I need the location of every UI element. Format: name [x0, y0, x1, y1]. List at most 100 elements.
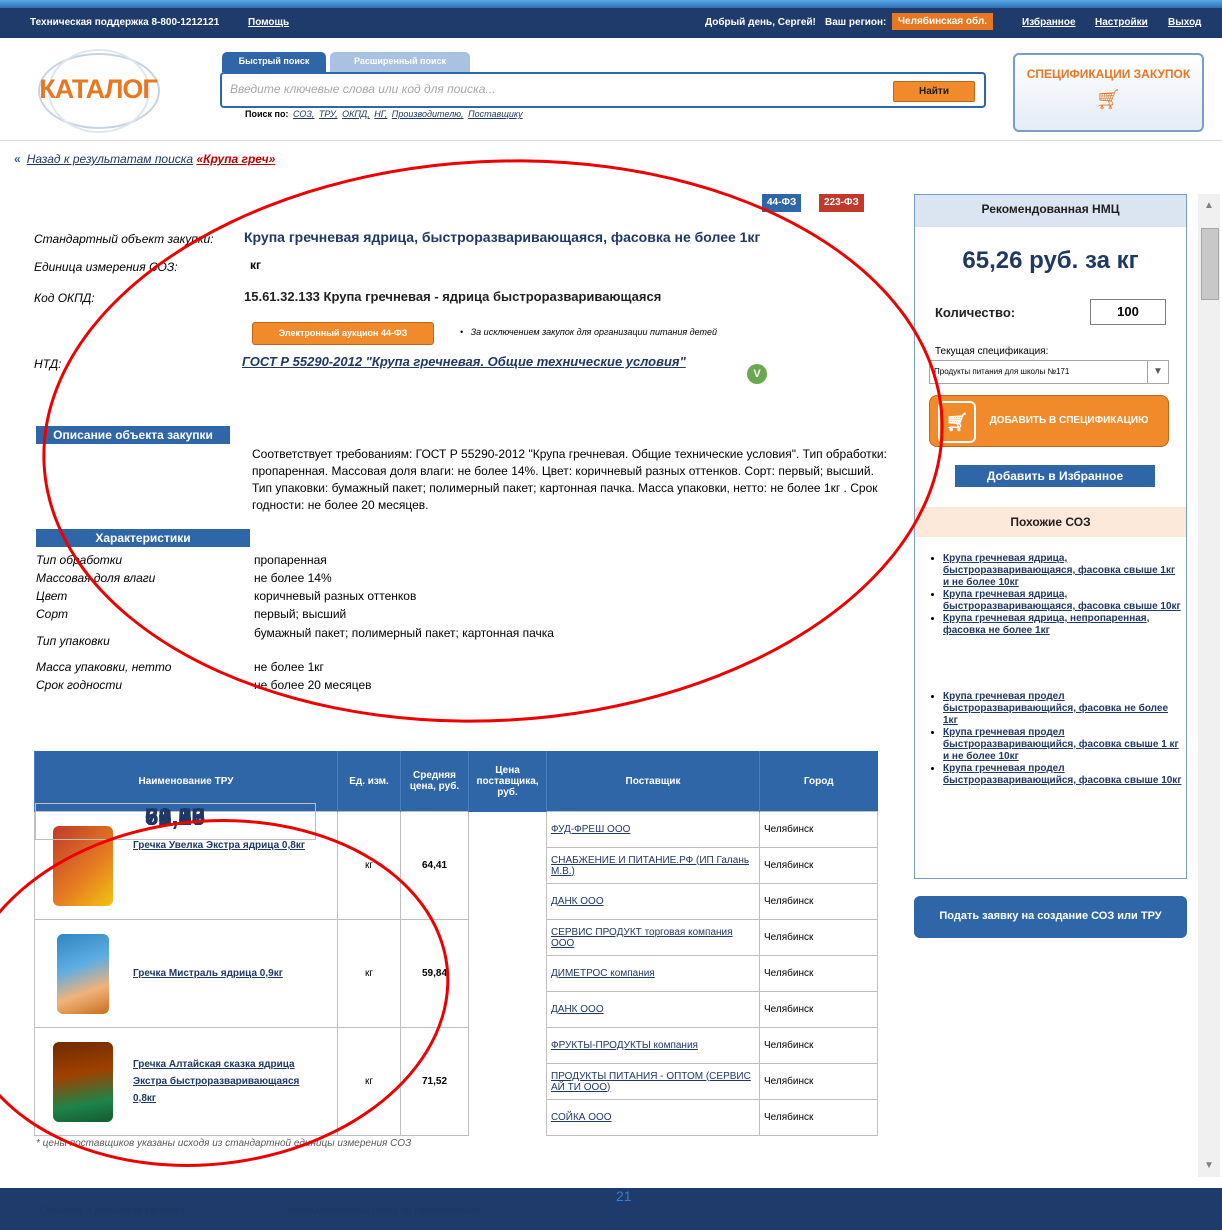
vertical-scrollbar[interactable]: ▲ ▼: [1198, 194, 1220, 1177]
supplier-link[interactable]: ДИМЕТРОС компания: [551, 968, 655, 979]
supplier-cell: СНАБЖЕНИЕ И ПИТАНИЕ.РФ (ИП Галань М.В.): [546, 847, 760, 884]
supplier-link[interactable]: СНАБЖЕНИЕ И ПИТАНИЕ.РФ (ИП Галань М.В.): [551, 855, 749, 877]
logout-link[interactable]: Выход: [1168, 17, 1201, 28]
scroll-down-icon[interactable]: ▼: [1198, 1160, 1220, 1171]
col-unit[interactable]: Ед. изм.: [337, 751, 401, 812]
ntd-label: НТД:: [34, 357, 62, 371]
logo-text: КАТАЛОГ: [39, 74, 158, 104]
char-label: Тип упаковки: [36, 634, 110, 648]
badge-223fz: 223-ФЗ: [819, 194, 864, 212]
page-number: 21: [616, 1188, 632, 1204]
similar-link[interactable]: Крупа гречневая продел быстроразваривающ…: [943, 727, 1179, 762]
back-query[interactable]: «Крупа греч»: [196, 152, 275, 166]
supplier-link[interactable]: ПРОДУКТЫ ПИТАНИЯ - ОПТОМ (СЕРВИС АЙ ТИ О…: [551, 1071, 751, 1093]
similar-link[interactable]: Крупа гречневая продел быстроразваривающ…: [943, 763, 1181, 786]
verified-icon: V: [747, 364, 767, 384]
nmc-panel: Рекомендованная НМЦ 65,26 руб. за кг Кол…: [914, 194, 1187, 879]
scroll-up-icon[interactable]: ▲: [1198, 200, 1220, 211]
chevron-down-icon[interactable]: ▼: [1147, 361, 1168, 383]
auction-note: • За исключением закупок для организации…: [460, 327, 718, 337]
col-avg-price[interactable]: Средняя цена, руб.: [400, 751, 469, 812]
col-supplier[interactable]: Поставщик: [546, 751, 760, 812]
product-name-link[interactable]: Гречка Увелка Экстра ядрица 0,8кг: [133, 840, 305, 851]
list-item: Крупа гречневая продел быстроразваривающ…: [943, 691, 1183, 727]
search-by-ng[interactable]: НГ,: [374, 109, 387, 119]
supplier-link[interactable]: СОЙКА ООО: [551, 1112, 612, 1123]
char-value: бумажный пакет; полимерный пакет; картон…: [254, 626, 554, 640]
spec-purchases-button[interactable]: СПЕЦИФИКАЦИИ ЗАКУПОК 🛒︎: [1013, 53, 1204, 132]
supplier-cell: ПРОДУКТЫ ПИТАНИЯ - ОПТОМ (СЕРВИС АЙ ТИ О…: [546, 1063, 760, 1100]
add-to-favorites-button[interactable]: Добавить в Избранное: [955, 465, 1155, 487]
region-selector[interactable]: Челябинская обл.: [892, 13, 994, 30]
supplier-link[interactable]: ФУД-ФРЕШ ООО: [551, 824, 630, 835]
search-by-supplier[interactable]: Поставщику: [468, 109, 523, 119]
tab-advanced-search[interactable]: Расширенный поиск: [330, 52, 470, 72]
quantity-input[interactable]: 100: [1090, 299, 1166, 325]
city-cell: Челябинск: [759, 1099, 878, 1136]
char-value: первый; высший: [254, 607, 347, 621]
search-by-tru[interactable]: ТРУ,: [319, 109, 338, 119]
search-by-okpd[interactable]: ОКПД,: [342, 109, 370, 119]
holder-info-link[interactable]: Сведения о держателе Каталога: [40, 1205, 184, 1215]
unit-cell: кг: [337, 811, 401, 920]
similar-link[interactable]: Крупа гречневая ядрица, непропаренная, ф…: [943, 613, 1149, 636]
supplier-cell: ФУД-ФРЕШ ООО: [546, 811, 760, 848]
find-button[interactable]: Найти: [893, 81, 975, 102]
unit-value: кг: [250, 258, 262, 272]
double-chevron-left-icon: «: [14, 152, 21, 166]
footer: Сведения о держателе Каталога Аккредитов…: [0, 1188, 1222, 1230]
nmc-price: 65,26 руб. за кг: [962, 247, 1139, 274]
okpd-value: 15.61.32.133 Крупа гречневая - ядрица бы…: [244, 289, 662, 304]
product-name-link[interactable]: Гречка Мистраль ядрица 0,9кг: [133, 968, 283, 979]
avg-price-cell: 71,52: [400, 1027, 469, 1136]
header-divider: [0, 140, 1222, 141]
spec-purchases-label: СПЕЦИФИКАЦИИ ЗАКУПОК: [1026, 67, 1191, 81]
region-label: Ваш регион:: [825, 17, 887, 28]
city-cell: Челябинск: [759, 1027, 878, 1064]
current-spec-select[interactable]: Продукты питания для школы №171 ▼: [929, 360, 1169, 384]
current-spec-value: Продукты питания для школы №171: [934, 367, 1070, 376]
col-supplier-price[interactable]: Цена поставщика, руб.: [468, 751, 547, 812]
cart-icon: 🛒︎: [938, 401, 976, 443]
request-soz-button[interactable]: Подать заявку на создание СОЗ или ТРУ: [914, 896, 1187, 938]
favorites-link[interactable]: Избранное: [1022, 17, 1076, 28]
auction-note-text: За исключением закупок для организации п…: [470, 327, 718, 337]
catalog-logo[interactable]: КАТАЛОГ: [32, 49, 164, 133]
ntd-link[interactable]: ГОСТ Р 55290-2012 "Крупа гречневая. Общи…: [242, 354, 686, 369]
tru-table: Наименование ТРУ Ед. изм. Средняя цена, …: [34, 751, 878, 1136]
add-to-spec-button[interactable]: 🛒︎ ДОБАВИТЬ В СПЕЦИФИКАЦИЮ: [929, 395, 1169, 447]
char-label: Массовая доля влаги: [36, 571, 156, 585]
city-cell: Челябинск: [759, 1063, 878, 1100]
col-city[interactable]: Город: [759, 751, 878, 812]
back-link-text[interactable]: Назад к результатам поиска: [27, 152, 193, 166]
supplier-link[interactable]: ФРУКТЫ-ПРОДУКТЫ компания: [551, 1040, 698, 1051]
supplier-cell: СЕРВИС ПРОДУКТ торговая компания ООО: [546, 919, 760, 956]
top-accent-line: [0, 0, 1222, 8]
supplier-link[interactable]: ДАНК ООО: [551, 1004, 604, 1015]
list-item: Крупа гречневая ядрица, непропаренная, ф…: [943, 613, 1183, 637]
similar-link[interactable]: Крупа гречневая ядрица, быстроразвариваю…: [943, 553, 1175, 588]
search-by-soz[interactable]: СОЗ,: [293, 109, 314, 119]
char-label: Срок годности: [36, 678, 123, 692]
nmc-header: Рекомендованная НМЦ: [915, 195, 1186, 227]
similar-link[interactable]: Крупа гречневая ядрица, быстроразвариваю…: [943, 589, 1181, 612]
accredited-center-link[interactable]: Аккредитованный центр по Каталогизации: [288, 1205, 480, 1215]
table-row: Гречка Алтайская сказка ядрица Экстра бы…: [34, 803, 878, 1136]
list-item: Крупа гречневая продел быстроразваривающ…: [943, 763, 1183, 787]
back-to-results[interactable]: « Назад к результатам поиска «Крупа греч»: [14, 152, 275, 166]
product-cell: Гречка Алтайская сказка ядрица Экстра бы…: [34, 1027, 338, 1136]
search-input[interactable]: Введите ключевые слова или код для поиск…: [220, 72, 986, 108]
settings-link[interactable]: Настройки: [1095, 17, 1148, 28]
city-cell: Челябинск: [759, 955, 878, 992]
char-label: Тип обработки: [36, 553, 123, 567]
supplier-link[interactable]: ДАНК ООО: [551, 896, 604, 907]
current-spec-label: Текущая спецификация:: [935, 346, 1049, 357]
supplier-link[interactable]: СЕРВИС ПРОДУКТ торговая компания ООО: [551, 927, 733, 949]
similar-link[interactable]: Крупа гречневая продел быстроразваривающ…: [943, 691, 1168, 726]
product-name-link[interactable]: Гречка Алтайская сказка ядрица Экстра бы…: [133, 1059, 299, 1104]
search-by-manufacturer[interactable]: Производителю,: [392, 109, 464, 119]
list-item: Крупа гречневая ядрица, быстроразвариваю…: [943, 553, 1183, 589]
scroll-thumb[interactable]: [1201, 228, 1219, 300]
help-link[interactable]: Помощь: [248, 17, 289, 28]
tab-fast-search[interactable]: Быстрый поиск: [222, 52, 326, 72]
